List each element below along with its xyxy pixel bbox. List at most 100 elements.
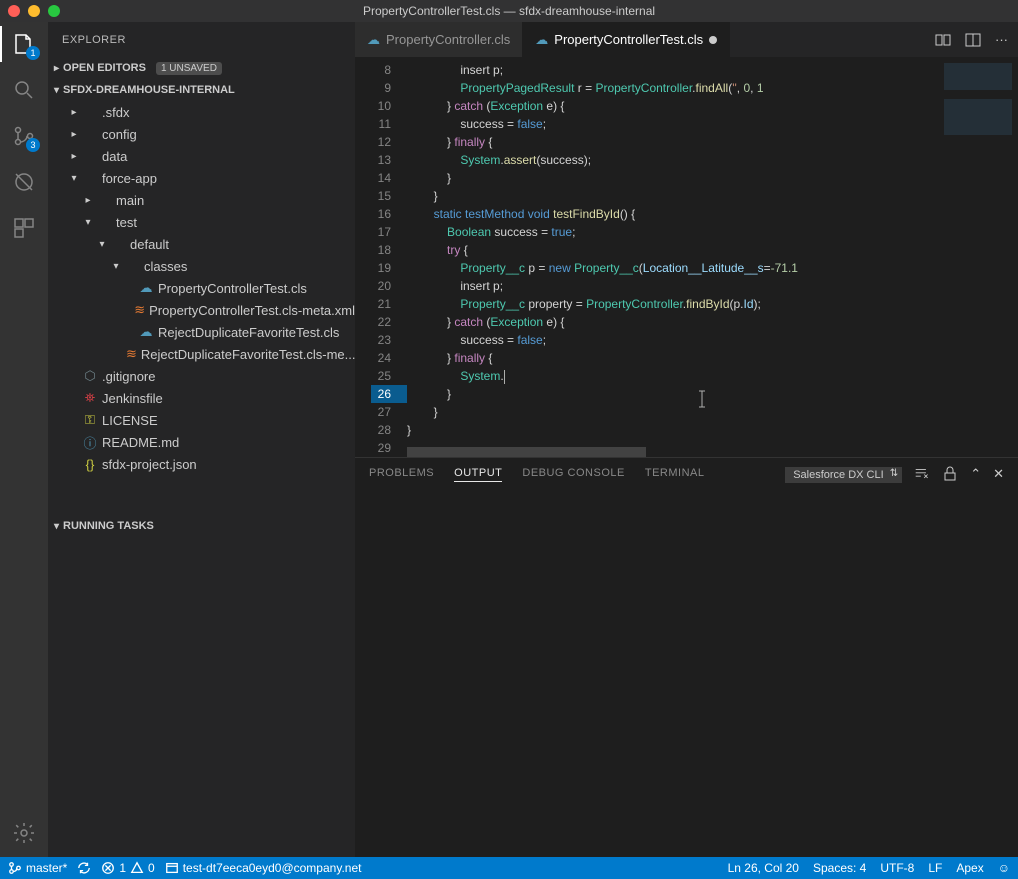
sidebar: EXPLORER ▸ OPEN EDITORS 1 UNSAVED ▾ SFDX…	[48, 22, 355, 857]
panel-close-icon[interactable]: ✕	[993, 466, 1004, 482]
tree-item[interactable]: ⛯Jenkinsfile	[48, 387, 355, 409]
panel-tabs: PROBLEMS OUTPUT DEBUG CONSOLE TERMINAL Sale…	[355, 458, 1018, 490]
chevron-icon: ▾	[82, 217, 94, 228]
clear-output-icon[interactable]	[914, 466, 930, 482]
tree-item-label: .sfdx	[102, 105, 129, 120]
chevron-icon: ▾	[96, 239, 108, 250]
tree-item[interactable]: ▾force-app	[48, 167, 355, 189]
tree-item[interactable]: ⬡ .gitignore	[48, 365, 355, 387]
compare-icon[interactable]	[935, 32, 951, 48]
panel-tab[interactable]: TERMINAL	[645, 467, 705, 482]
tree-item-label: .gitignore	[102, 369, 155, 384]
tree-item[interactable]: ▸ main	[48, 189, 355, 211]
tree-item-label: main	[116, 193, 144, 208]
chevron-icon: ▸	[68, 151, 80, 162]
tree-item-label: test	[116, 215, 137, 230]
tree-item[interactable]: ≋ RejectDuplicateFavoriteTest.cls-me...	[48, 343, 355, 365]
tree-item-label: PropertyControllerTest.cls	[158, 281, 307, 296]
chevron-icon: ▸	[68, 129, 80, 140]
status-bar: master* 1 0 test-dt7eeca0eyd0@company.ne…	[0, 857, 1018, 879]
extensions-icon[interactable]	[10, 214, 38, 242]
debug-icon[interactable]	[10, 168, 38, 196]
open-editors-section[interactable]: ▸ OPEN EDITORS 1 UNSAVED	[48, 57, 355, 79]
running-tasks-section[interactable]: ▾ RUNNING TASKS	[48, 515, 355, 537]
unsaved-dot-icon	[709, 36, 717, 44]
chevron-right-icon: ▸	[54, 63, 59, 74]
panel-tab[interactable]: DEBUG CONSOLE	[522, 467, 624, 482]
language-mode[interactable]: Apex	[956, 861, 983, 875]
org-status[interactable]: test-dt7eeca0eyd0@company.net	[165, 861, 362, 875]
feedback-icon[interactable]: ☺	[998, 861, 1010, 875]
lock-scroll-icon[interactable]	[942, 466, 958, 482]
code-content[interactable]: insert p; PropertyPagedResult r = Proper…	[407, 57, 938, 457]
editor-tabs: ☁PropertyController.cls☁PropertyControll…	[355, 22, 1018, 57]
eol[interactable]: LF	[928, 861, 942, 875]
tree-item[interactable]: {}sfdx-project.json	[48, 453, 355, 475]
tree-item[interactable]: ▾ default	[48, 233, 355, 255]
file-icon: ☁	[535, 32, 548, 48]
cursor-position[interactable]: Ln 26, Col 20	[728, 861, 799, 875]
more-icon[interactable]: ···	[995, 32, 1008, 47]
sync-icon[interactable]	[77, 861, 91, 875]
panel-tab[interactable]: PROBLEMS	[369, 467, 434, 482]
file-icon: ⚿	[82, 412, 98, 428]
editor[interactable]: 8910111213141516171819202122232425262728…	[355, 57, 1018, 457]
project-section[interactable]: ▾ SFDX-DREAMHOUSE-INTERNAL	[48, 79, 355, 101]
file-tree: ▸.sfdx▸config▸data▾force-app▸main▾test▾d…	[48, 101, 355, 475]
search-icon[interactable]	[10, 76, 38, 104]
editor-tab[interactable]: ☁PropertyController.cls	[355, 22, 523, 57]
tree-item-label: PropertyControllerTest.cls-meta.xml	[149, 303, 355, 318]
chevron-down-icon: ▾	[54, 521, 59, 532]
tree-item[interactable]: ▾ classes	[48, 255, 355, 277]
tree-item[interactable]: ≋ PropertyControllerTest.cls-meta.xml	[48, 299, 355, 321]
settings-gear-icon[interactable]	[10, 819, 38, 847]
chevron-icon: ▾	[110, 261, 122, 272]
encoding[interactable]: UTF-8	[880, 861, 914, 875]
output-channel-select[interactable]: Salesforce DX CLI	[785, 467, 902, 483]
panel-maximize-icon[interactable]: ⌃	[970, 466, 981, 482]
tree-item[interactable]: ⚿LICENSE	[48, 409, 355, 431]
file-icon: ☁	[138, 324, 154, 340]
indentation[interactable]: Spaces: 4	[813, 861, 866, 875]
file-icon: ≋	[126, 346, 137, 362]
tree-item-label: config	[102, 127, 137, 142]
tree-item[interactable]: ▸ .sfdx	[48, 101, 355, 123]
tree-item[interactable]: ☁ RejectDuplicateFavoriteTest.cls	[48, 321, 355, 343]
tree-item-label: force-app	[102, 171, 157, 186]
sidebar-header: EXPLORER	[48, 22, 355, 57]
chevron-icon: ▸	[82, 195, 94, 206]
tree-item-label: RejectDuplicateFavoriteTest.cls	[158, 325, 339, 340]
editor-tab[interactable]: ☁ PropertyControllerTest.cls	[523, 22, 730, 57]
git-branch[interactable]: master*	[8, 861, 67, 875]
window-close-icon[interactable]	[8, 5, 20, 17]
tree-item[interactable]: ▸ config	[48, 123, 355, 145]
scm-icon[interactable]: 3	[10, 122, 38, 150]
activity-bar: 1 3	[0, 22, 48, 857]
window-minimize-icon[interactable]	[28, 5, 40, 17]
split-editor-icon[interactable]	[965, 32, 981, 48]
tree-item[interactable]: ⓘREADME.md	[48, 431, 355, 453]
tab-label: PropertyController.cls	[386, 32, 510, 47]
file-icon: ⓘ	[82, 433, 98, 452]
tree-item[interactable]: ☁PropertyControllerTest.cls	[48, 277, 355, 299]
file-icon: ⬡	[82, 368, 98, 384]
tree-item[interactable]: ▸ data	[48, 145, 355, 167]
tree-item-label: RejectDuplicateFavoriteTest.cls-me...	[141, 347, 355, 362]
file-icon: ≋	[134, 302, 145, 318]
unsaved-badge: 1 UNSAVED	[156, 62, 222, 75]
horizontal-scrollbar[interactable]	[407, 447, 938, 457]
tree-item-label: data	[102, 149, 127, 164]
explorer-icon[interactable]: 1	[10, 30, 38, 58]
file-icon: ⛯	[82, 390, 98, 406]
chevron-down-icon: ▾	[54, 85, 59, 96]
tree-item-label: default	[130, 237, 169, 252]
chevron-icon: ▸	[68, 107, 80, 118]
problems-status[interactable]: 1 0	[101, 861, 154, 875]
panel-tab[interactable]: OUTPUT	[454, 467, 502, 482]
window-zoom-icon[interactable]	[48, 5, 60, 17]
tree-item[interactable]: ▾ test	[48, 211, 355, 233]
minimap[interactable]	[938, 57, 1018, 457]
bottom-panel: PROBLEMS OUTPUT DEBUG CONSOLE TERMINAL Sale…	[355, 457, 1018, 857]
tree-item-label: classes	[144, 259, 187, 274]
tab-label: PropertyControllerTest.cls	[554, 32, 703, 47]
